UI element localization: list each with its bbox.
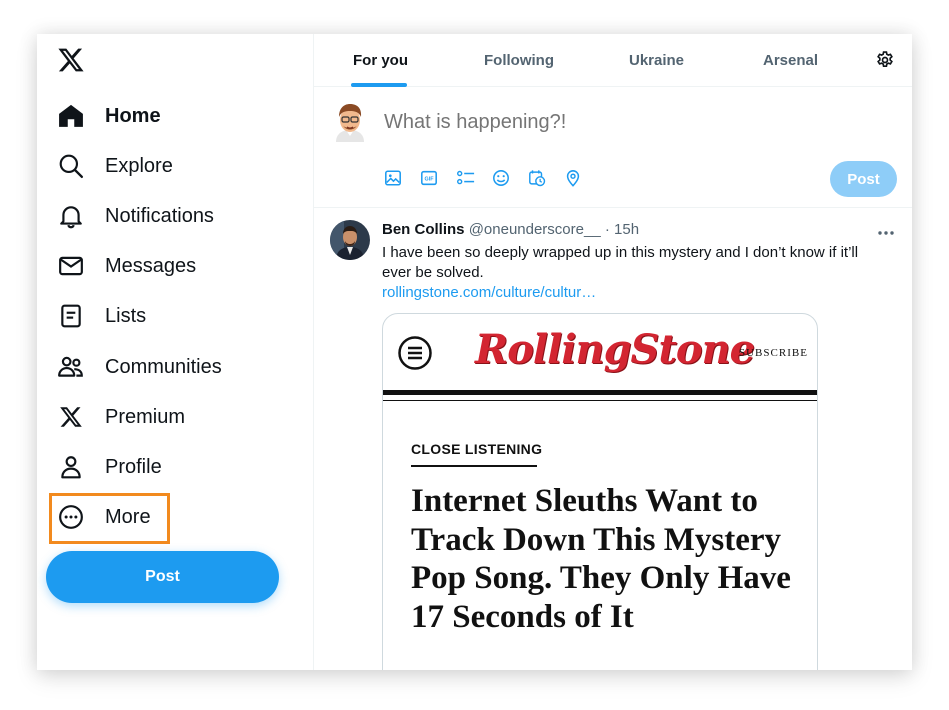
tab-ukraine[interactable]: Ukraine: [629, 34, 684, 87]
sidebar-item-label: Profile: [105, 455, 162, 478]
card-divider: [383, 400, 817, 401]
communities-icon: [57, 353, 85, 381]
sidebar-item-communities[interactable]: Communities: [57, 347, 222, 387]
tweet-text: I have been so deeply wrapped up in this…: [382, 244, 859, 281]
sidebar-item-label: Communities: [105, 355, 222, 378]
emoji-icon[interactable]: [492, 169, 512, 189]
author-handle[interactable]: @oneunderscore__: [469, 221, 601, 238]
bell-icon: [57, 202, 85, 230]
location-icon[interactable]: [564, 169, 584, 189]
image-icon[interactable]: [384, 169, 404, 189]
hamburger-menu-icon: [398, 336, 432, 370]
author-name[interactable]: Ben Collins: [382, 221, 465, 238]
svg-text:GIF: GIF: [425, 177, 435, 183]
sidebar-item-notifications[interactable]: Notifications: [57, 196, 214, 236]
sidebar-item-label: Premium: [105, 405, 186, 428]
tab-arsenal[interactable]: Arsenal: [763, 34, 818, 87]
sidebar-item-label: Lists: [105, 304, 147, 327]
link-preview-card[interactable]: RollingStone SUBSCRIBE CLOSE LISTENING I…: [382, 313, 818, 670]
search-icon: [57, 152, 85, 180]
card-kicker-underline: [411, 465, 537, 467]
card-kicker: CLOSE LISTENING: [411, 441, 543, 457]
card-divider: [383, 390, 817, 395]
gear-icon[interactable]: [875, 50, 897, 72]
x-logo-icon[interactable]: [57, 46, 85, 74]
schedule-icon[interactable]: [528, 169, 548, 189]
app-window: Home Explore Notifications Messages List: [37, 34, 912, 670]
compose-input[interactable]: [384, 111, 824, 134]
more-highlight-box: [49, 493, 170, 544]
sidebar-item-explore[interactable]: Explore: [57, 146, 173, 186]
sidebar-item-premium[interactable]: Premium: [57, 397, 185, 437]
meta-separator: ·: [604, 221, 610, 238]
timeline-tabs: For you Following Ukraine Arsenal: [314, 34, 912, 87]
sidebar-item-label: Messages: [105, 254, 197, 277]
tab-for-you[interactable]: For you: [353, 34, 408, 87]
tweet-time[interactable]: 15h: [614, 221, 639, 238]
card-headline: Internet Sleuths Want to Track Down This…: [411, 483, 791, 635]
more-options-icon[interactable]: [877, 224, 897, 235]
sidebar: Home Explore Notifications Messages List: [37, 34, 314, 670]
sidebar-item-label: Home: [105, 104, 161, 127]
sidebar-item-profile[interactable]: Profile: [57, 447, 162, 487]
sidebar-item-label: Explore: [105, 154, 173, 177]
avatar[interactable]: [332, 102, 368, 142]
poll-icon[interactable]: [456, 169, 476, 189]
gif-icon[interactable]: GIF: [420, 169, 440, 189]
avatar[interactable]: [330, 220, 370, 260]
person-icon: [57, 453, 85, 481]
sidebar-item-label: Notifications: [105, 204, 214, 227]
sidebar-item-home[interactable]: Home: [57, 96, 161, 136]
tweet-header: Ben Collins @oneunderscore__ · 15h: [382, 221, 639, 238]
sidebar-item-messages[interactable]: Messages: [57, 246, 196, 286]
x-logo-icon: [57, 403, 85, 431]
tweet[interactable]: Ben Collins @oneunderscore__ · 15h I hav…: [314, 208, 912, 670]
composer: GIF Post: [314, 87, 912, 208]
main-timeline: For you Following Ukraine Arsenal What i…: [314, 34, 912, 670]
post-button[interactable]: Post: [46, 551, 279, 603]
envelope-icon: [57, 252, 85, 280]
rolling-stone-logo: RollingStone: [475, 326, 755, 373]
tweet-link[interactable]: rollingstone.com/culture/cultur…: [382, 284, 596, 301]
card-subscribe-label: SUBSCRIBE: [739, 347, 808, 359]
sidebar-item-lists[interactable]: Lists: [57, 296, 146, 336]
compose-post-button[interactable]: Post: [830, 161, 897, 197]
list-icon: [57, 302, 85, 330]
home-icon: [57, 102, 85, 130]
tab-following[interactable]: Following: [484, 34, 554, 87]
